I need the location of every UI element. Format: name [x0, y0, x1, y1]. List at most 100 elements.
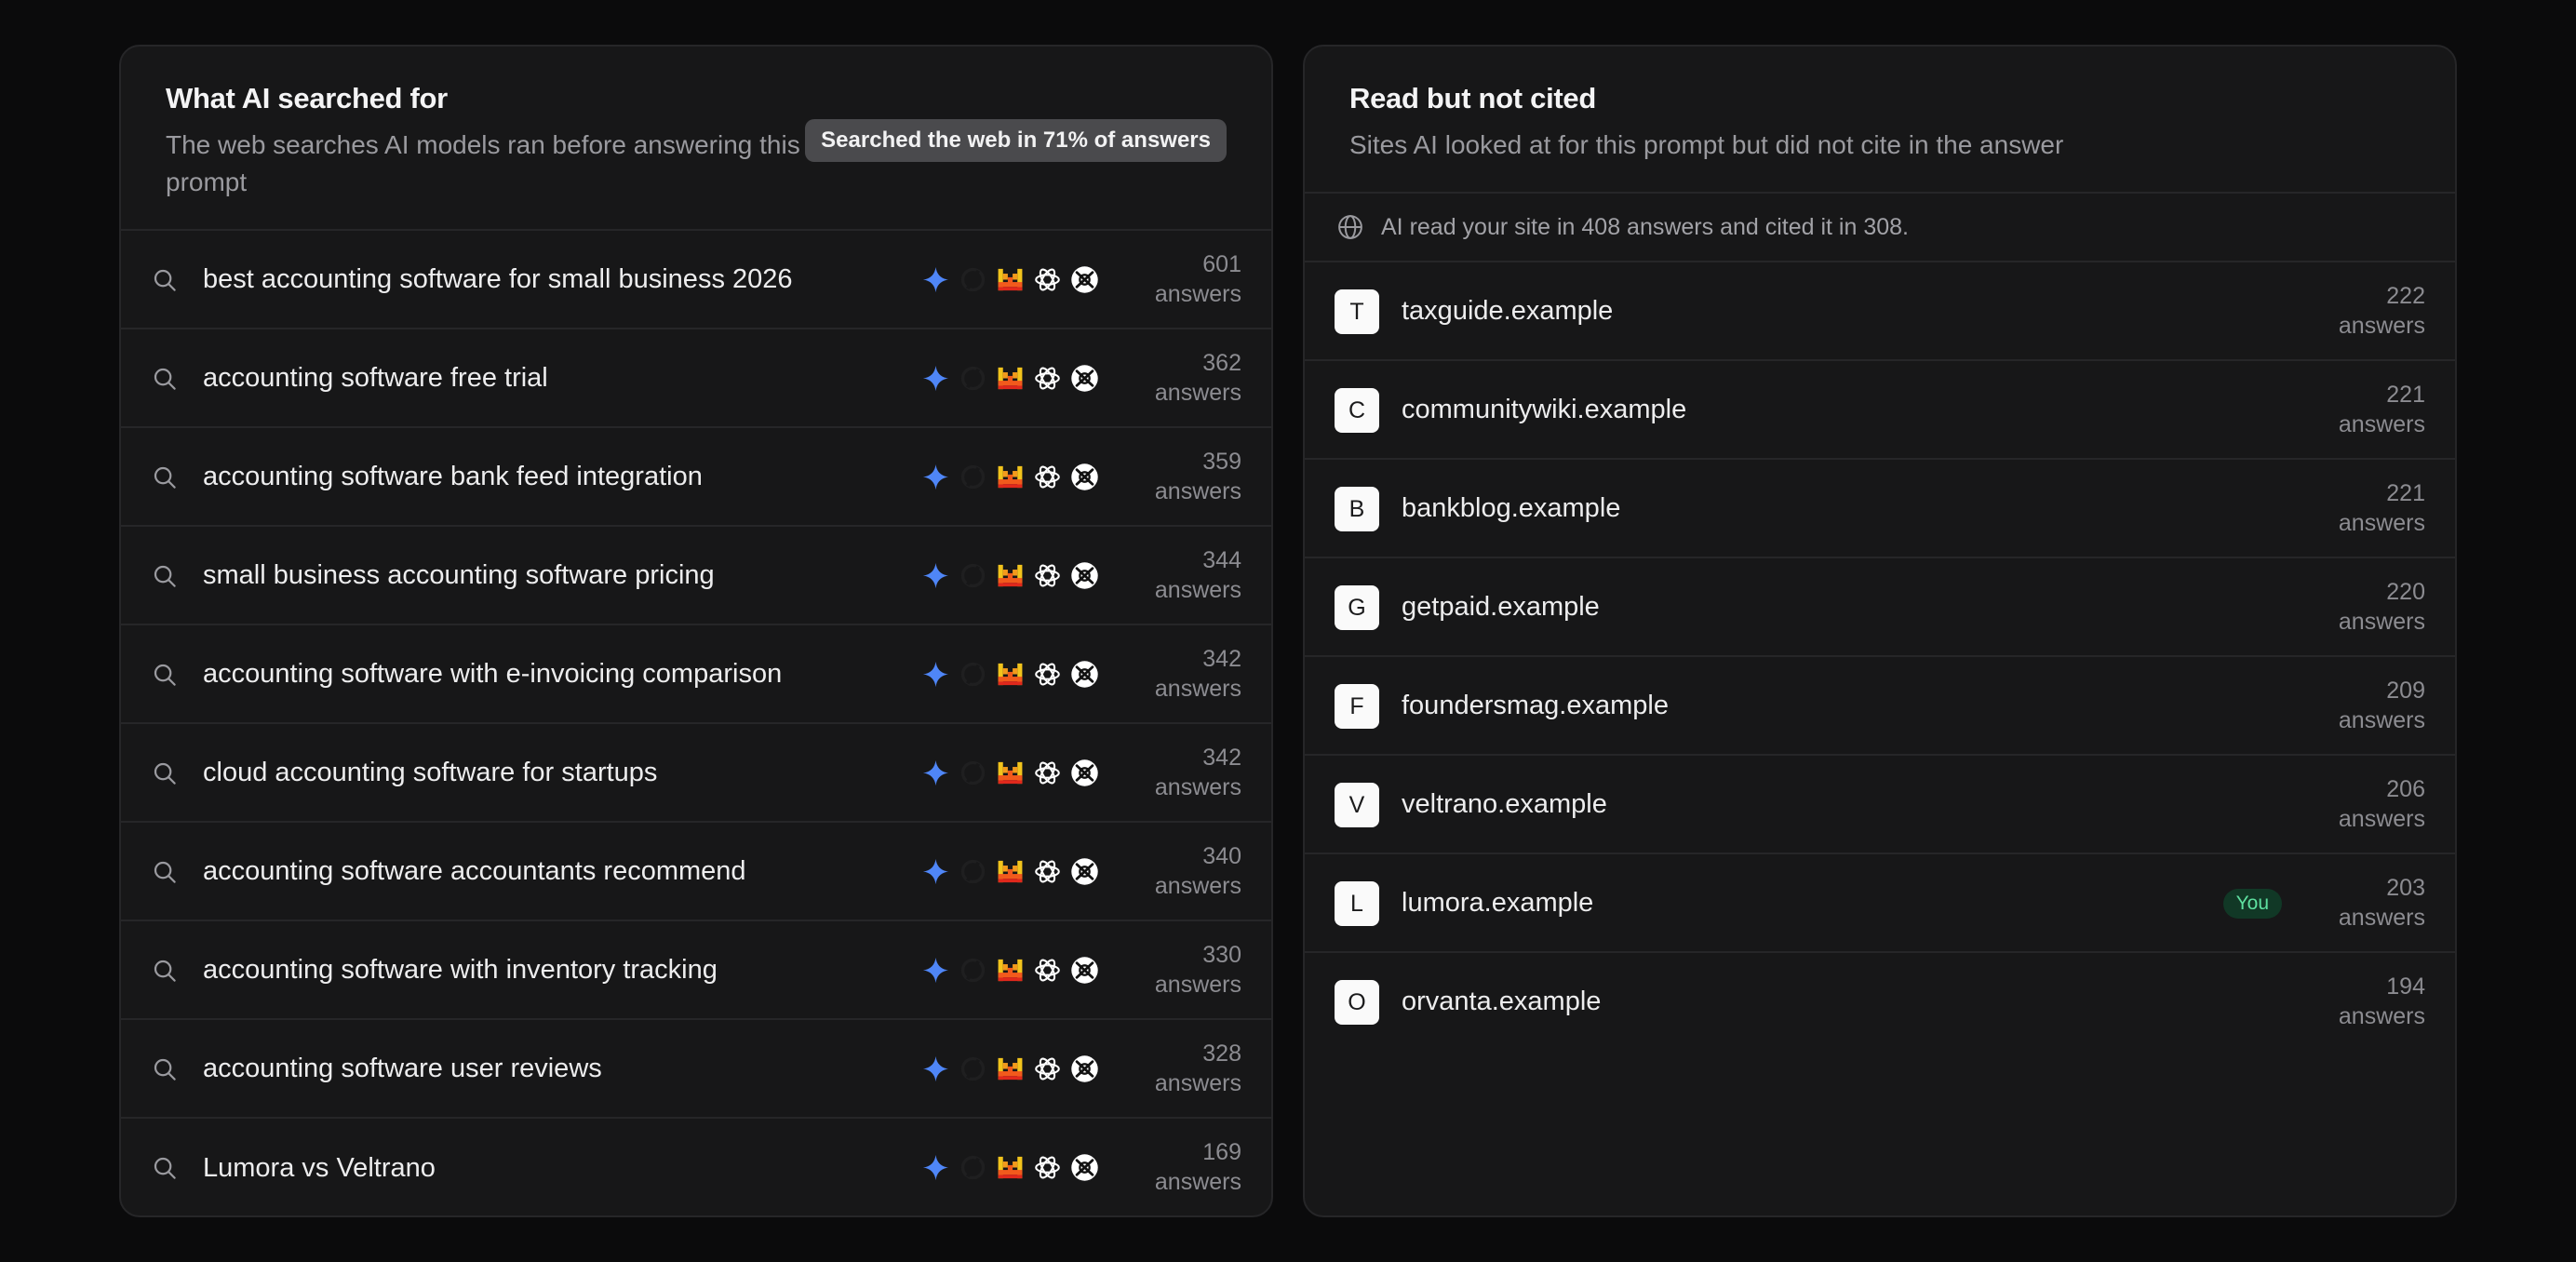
site-domain: communitywiki.example — [1402, 395, 1687, 424]
site-domain: veltrano.example — [1402, 789, 1607, 819]
site-row[interactable]: Ttaxguide.example 222 answers — [1305, 262, 2455, 361]
answer-count: 220 answers — [2339, 577, 2425, 637]
site-favicon: B — [1335, 487, 1379, 531]
grok-icon — [1070, 463, 1099, 491]
site-row[interactable]: Ccommunitywiki.example 221 answers — [1305, 361, 2455, 460]
model-icons — [921, 364, 1099, 393]
not-cited-subtitle: Sites AI looked at for this prompt but d… — [1349, 130, 2064, 159]
openai-icon — [1033, 463, 1062, 491]
read-cited-text: AI read your site in 408 answers and cit… — [1381, 213, 1909, 240]
site-row[interactable]: Llumora.example You 203 answers — [1305, 854, 2455, 953]
site-domain: taxguide.example — [1402, 296, 1614, 326]
gemini-icon — [921, 1054, 950, 1083]
answer-count-value: 328 — [1202, 1040, 1241, 1067]
site-favicon: C — [1335, 388, 1379, 433]
grok-icon — [1070, 956, 1099, 985]
answer-count: 222 answers — [2339, 281, 2425, 341]
answer-count-value: 340 — [1202, 843, 1241, 869]
perplexity-icon — [959, 759, 987, 787]
answer-count: 342 answers — [1155, 743, 1241, 802]
site-domain: getpaid.example — [1402, 592, 1600, 622]
answer-count: 601 answers — [1155, 249, 1241, 309]
answer-count: 221 answers — [2339, 478, 2425, 538]
globe-icon — [1338, 215, 1362, 239]
answer-count-unit: answers — [2338, 510, 2425, 536]
mistral-icon — [996, 956, 1025, 985]
answer-count: 203 answers — [2339, 873, 2425, 933]
answer-count-unit: answers — [2338, 313, 2425, 339]
search-row[interactable]: accounting software with e-invoicing com… — [121, 625, 1271, 724]
site-row[interactable]: Vveltrano.example 206 answers — [1305, 756, 2455, 854]
search-row[interactable]: accounting software with inventory track… — [121, 921, 1271, 1020]
search-row[interactable]: accounting software accountants recommen… — [121, 823, 1271, 921]
grok-icon — [1070, 265, 1099, 294]
answer-count-value: 342 — [1202, 745, 1241, 771]
answer-count: 206 answers — [2339, 774, 2425, 834]
gemini-icon — [921, 364, 950, 393]
model-icons — [921, 1153, 1099, 1182]
site-favicon: G — [1335, 585, 1379, 630]
mistral-icon — [996, 265, 1025, 294]
answer-count-value: 344 — [1202, 547, 1241, 573]
search-icon — [151, 463, 179, 491]
model-icons — [921, 956, 1099, 985]
search-icon — [151, 562, 179, 590]
search-icon — [151, 365, 179, 393]
search-row[interactable]: cloud accounting software for startups 34… — [121, 724, 1271, 823]
answer-count-unit: answers — [2338, 411, 2425, 437]
answer-count-value: 221 — [2386, 382, 2425, 408]
grok-icon — [1070, 759, 1099, 787]
gemini-icon — [921, 660, 950, 689]
not-cited-title: Read but not cited — [1349, 82, 1596, 114]
site-favicon: F — [1335, 684, 1379, 729]
gemini-icon — [921, 1153, 950, 1182]
site-row[interactable]: Ggetpaid.example 220 answers — [1305, 558, 2455, 657]
site-list: Ttaxguide.example 222 answers Ccommunitywik… — [1305, 262, 2455, 1052]
grok-icon — [1070, 364, 1099, 393]
answer-count-value: 203 — [2386, 875, 2425, 901]
search-query: accounting software bank feed integratio… — [203, 461, 703, 491]
answer-count-unit: answers — [1154, 972, 1241, 998]
openai-icon — [1033, 660, 1062, 689]
answer-count-value: 209 — [2386, 678, 2425, 704]
search-row[interactable]: accounting software user reviews 328 answe… — [121, 1020, 1271, 1119]
search-row[interactable]: accounting software free trial 362 answers — [121, 329, 1271, 428]
grok-icon — [1070, 1054, 1099, 1083]
site-row[interactable]: Ffoundersmag.example 209 answers — [1305, 657, 2455, 756]
answer-count-value: 342 — [1202, 646, 1241, 672]
site-row[interactable]: Bbankblog.example 221 answers — [1305, 460, 2455, 558]
gemini-icon — [921, 857, 950, 886]
site-row[interactable]: Oorvanta.example 194 answers — [1305, 953, 2455, 1052]
search-row[interactable]: best accounting software for small busin… — [121, 231, 1271, 329]
gemini-icon — [921, 759, 950, 787]
answer-count-value: 194 — [2386, 973, 2425, 1000]
site-favicon: L — [1335, 881, 1379, 926]
search-list: best accounting software for small busin… — [121, 231, 1271, 1215]
answer-count-unit: answers — [1154, 1169, 1241, 1195]
openai-icon — [1033, 857, 1062, 886]
search-query: accounting software accountants recommen… — [203, 855, 746, 886]
openai-icon — [1033, 364, 1062, 393]
model-icons — [921, 561, 1099, 590]
openai-icon — [1033, 956, 1062, 985]
answer-count-unit: answers — [2338, 806, 2425, 832]
model-icons — [921, 857, 1099, 886]
search-query: small business accounting software prici… — [203, 559, 715, 590]
perplexity-icon — [959, 660, 987, 689]
answer-count: 330 answers — [1155, 940, 1241, 1000]
searches-panel: What AI searched for The web searches AI… — [119, 45, 1273, 1217]
answer-count-unit: answers — [2338, 905, 2425, 931]
you-badge: You — [2222, 889, 2282, 919]
search-row[interactable]: accounting software bank feed integratio… — [121, 428, 1271, 527]
answer-count-value: 362 — [1202, 350, 1241, 376]
perplexity-icon — [959, 265, 987, 294]
mistral-icon — [996, 857, 1025, 886]
answer-count-value: 359 — [1202, 449, 1241, 475]
search-row[interactable]: small business accounting software prici… — [121, 527, 1271, 625]
answer-count-value: 221 — [2386, 480, 2425, 506]
model-icons — [921, 1054, 1099, 1083]
answer-count: 169 answers — [1155, 1137, 1241, 1197]
mistral-icon — [996, 759, 1025, 787]
not-cited-panel: Read but not cited Sites AI looked at fo… — [1303, 45, 2457, 1217]
search-row[interactable]: Lumora vs Veltrano 169 answers — [121, 1119, 1271, 1215]
